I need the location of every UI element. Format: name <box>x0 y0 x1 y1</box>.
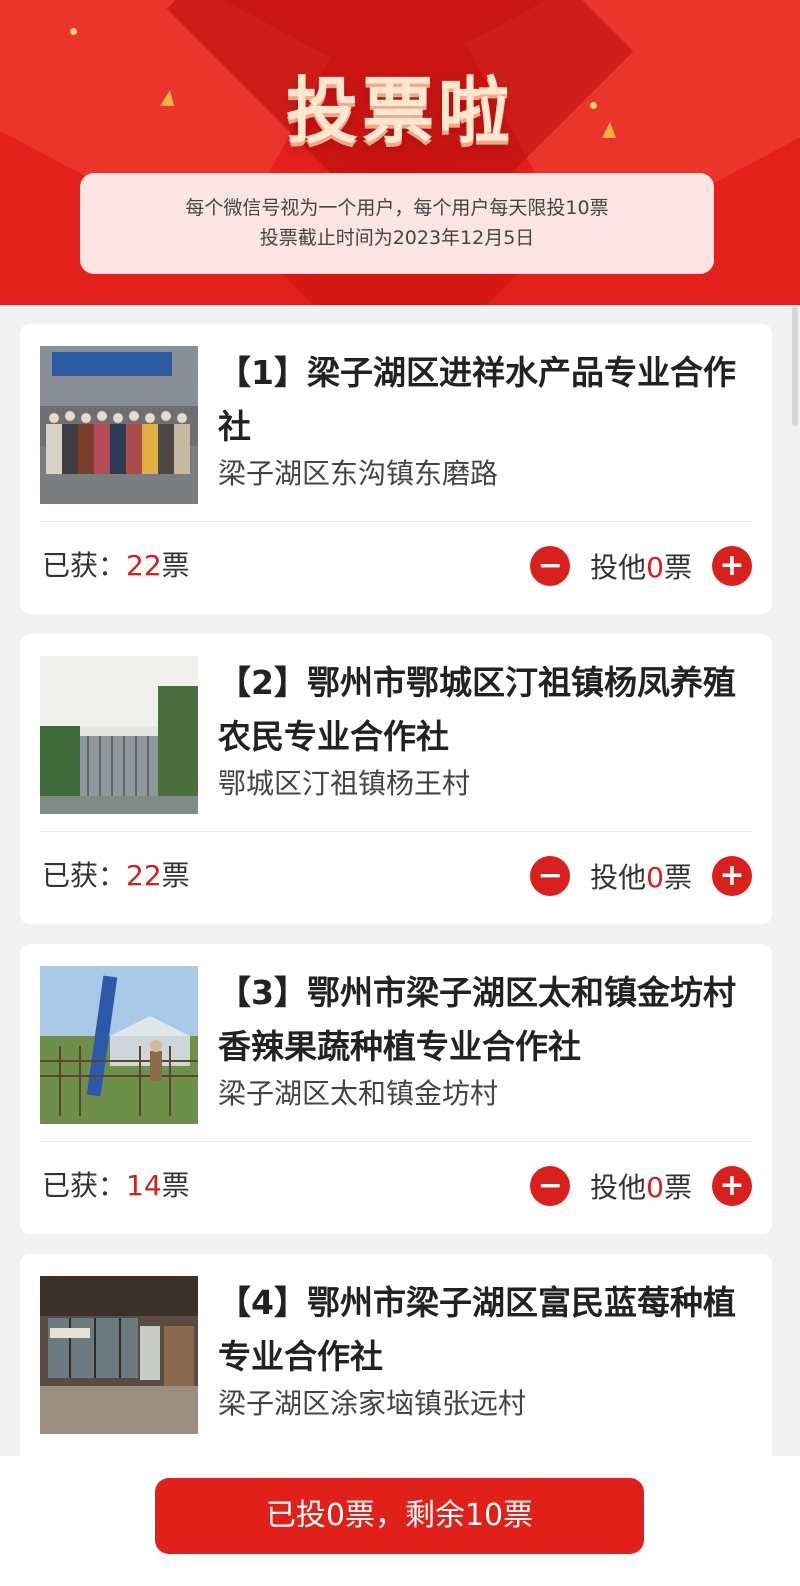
cast-unit: 票 <box>663 551 692 584</box>
cast-votes: 投他0票 <box>590 1166 692 1206</box>
cast-label: 投他 <box>590 551 647 584</box>
vote-unit: 票 <box>161 1169 190 1202</box>
decrease-vote-button[interactable]: − <box>530 856 571 896</box>
cast-label: 投他 <box>590 1171 647 1204</box>
decrease-vote-button[interactable]: − <box>530 1166 571 1206</box>
received-votes: 已获：22票 <box>42 856 190 896</box>
received-label: 已获： <box>42 1169 127 1202</box>
increase-vote-button[interactable]: + <box>712 856 752 896</box>
notice-line: 每个微信号视为一个用户，每个用户每天限投10票 <box>185 197 609 219</box>
decrease-vote-button[interactable]: − <box>530 546 571 586</box>
received-label: 已获： <box>42 549 127 582</box>
candidate-photo[interactable] <box>40 1276 198 1434</box>
vote-stepper: − 投他0票 + <box>530 546 752 586</box>
vote-count: 22 <box>126 549 162 582</box>
submit-votes-button[interactable]: 已投0票，剩余10票 <box>155 1478 644 1554</box>
candidate-title: 【1】梁子湖区进祥水产品专业合作社 <box>218 353 736 446</box>
page-title: 投票啦 <box>285 69 514 153</box>
candidate-photo[interactable] <box>40 346 198 504</box>
received-votes: 已获：14票 <box>42 1166 190 1206</box>
candidate-address: 梁子湖区涂家垴镇张远村 <box>218 1387 527 1420</box>
vote-stepper: − 投他0票 + <box>530 1166 752 1206</box>
divider <box>40 521 752 522</box>
candidate-photo[interactable] <box>40 656 198 814</box>
scrollbar[interactable] <box>792 306 798 426</box>
cast-votes: 投他0票 <box>590 856 692 896</box>
increase-vote-button[interactable]: + <box>712 1166 752 1206</box>
cast-votes: 投他0票 <box>590 546 692 586</box>
cast-count: 0 <box>646 1171 664 1204</box>
vote-unit: 票 <box>161 859 190 892</box>
received-label: 已获： <box>42 859 127 892</box>
confetti-dot <box>70 28 77 35</box>
cast-count: 0 <box>646 551 664 584</box>
candidate-title: 【2】鄂州市鄂城区汀祖镇杨凤养殖农民专业合作社 <box>218 663 736 756</box>
cast-unit: 票 <box>663 1171 692 1204</box>
candidate-address: 鄂城区汀祖镇杨王村 <box>218 767 471 800</box>
candidate-card: 【3】鄂州市梁子湖区太和镇金坊村香辣果蔬种植专业合作社 梁子湖区太和镇金坊村 已… <box>20 944 772 1234</box>
vote-stepper: − 投他0票 + <box>530 856 752 896</box>
candidate-card: 【1】梁子湖区进祥水产品专业合作社 梁子湖区东沟镇东磨路 已获：22票 − 投他… <box>20 324 772 614</box>
candidate-address: 梁子湖区东沟镇东磨路 <box>218 457 499 490</box>
vote-count: 22 <box>126 859 162 892</box>
cast-unit: 票 <box>663 861 692 894</box>
vote-count: 14 <box>126 1169 162 1202</box>
received-votes: 已获：22票 <box>42 546 190 586</box>
increase-vote-button[interactable]: + <box>712 546 752 586</box>
divider <box>40 831 752 832</box>
bottom-bar: 已投0票，剩余10票 <box>0 1456 800 1586</box>
notice-line: 投票截止时间为2023年12月5日 <box>259 227 535 249</box>
vote-unit: 票 <box>161 549 190 582</box>
voting-rules-notice: 每个微信号视为一个用户，每个用户每天限投10票 投票截止时间为2023年12月5… <box>80 173 714 274</box>
candidate-card: 【2】鄂州市鄂城区汀祖镇杨凤养殖农民专业合作社 鄂城区汀祖镇杨王村 已获：22票… <box>20 634 772 924</box>
candidate-title: 【3】鄂州市梁子湖区太和镇金坊村香辣果蔬种植专业合作社 <box>218 973 736 1066</box>
cast-count: 0 <box>646 861 664 894</box>
cast-label: 投他 <box>590 861 647 894</box>
candidate-title: 【4】鄂州市梁子湖区富民蓝莓种植专业合作社 <box>218 1283 736 1376</box>
candidate-photo[interactable] <box>40 966 198 1124</box>
candidate-address: 梁子湖区太和镇金坊村 <box>218 1077 499 1110</box>
divider <box>40 1141 752 1142</box>
header-banner: 投票啦 每个微信号视为一个用户，每个用户每天限投10票 投票截止时间为2023年… <box>0 0 800 305</box>
